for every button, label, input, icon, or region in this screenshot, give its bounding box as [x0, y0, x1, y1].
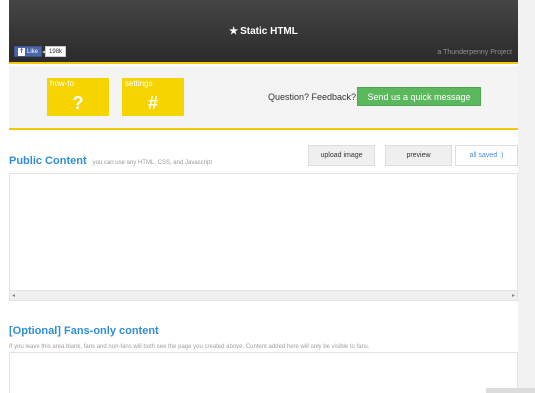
app-title-text: Static HTML: [240, 26, 298, 37]
like-label: Like: [27, 48, 39, 55]
settings-label: settings: [125, 79, 153, 88]
facebook-like-widget: f Like 198k: [14, 46, 67, 57]
scroll-left-icon[interactable]: ◂: [12, 292, 15, 299]
send-message-button[interactable]: Send us a quick message: [357, 87, 481, 106]
public-content-heading: Public Content you can use any HTML, CSS…: [9, 155, 212, 167]
toolbar: how-to ? settings # Question? Feedback? …: [9, 66, 518, 130]
public-content-editor[interactable]: ◂ ▸: [9, 173, 518, 301]
settings-tile[interactable]: settings #: [122, 78, 184, 116]
upload-image-button[interactable]: upload image: [308, 145, 375, 166]
preview-button[interactable]: preview: [385, 145, 452, 166]
scroll-right-icon[interactable]: ▸: [512, 292, 515, 299]
facebook-icon: f: [18, 47, 25, 56]
question-mark-icon: ?: [72, 93, 84, 113]
feedback-prompt: Question? Feedback?: [268, 92, 357, 102]
facebook-like-button[interactable]: f Like: [14, 46, 43, 57]
horizontal-scrollbar[interactable]: ◂ ▸: [10, 290, 517, 300]
app-title: ★ Static HTML: [9, 26, 518, 37]
saved-status-button[interactable]: all saved :): [455, 145, 518, 166]
star-icon: ★: [229, 26, 239, 37]
public-content-title: Public Content: [9, 155, 87, 167]
like-count: 198k: [42, 46, 67, 57]
fans-content-description: If you leave this area blank, fans and n…: [9, 344, 370, 350]
app-header: ★ Static HTML f Like 198k a Thunderpenny …: [9, 0, 518, 64]
right-gutter: [518, 0, 535, 393]
howto-label: how-to: [50, 79, 75, 88]
fans-content-title: [Optional] Fans-only content: [9, 325, 159, 337]
public-content-subtitle: you can use any HTML, CSS, and Javascrip…: [92, 160, 212, 166]
corner-bar: [486, 388, 535, 393]
howto-tile[interactable]: how-to ?: [47, 78, 109, 116]
fans-content-editor[interactable]: [9, 352, 518, 393]
hash-icon: #: [147, 93, 158, 113]
credit-link[interactable]: a Thunderpenny Project: [437, 49, 512, 56]
